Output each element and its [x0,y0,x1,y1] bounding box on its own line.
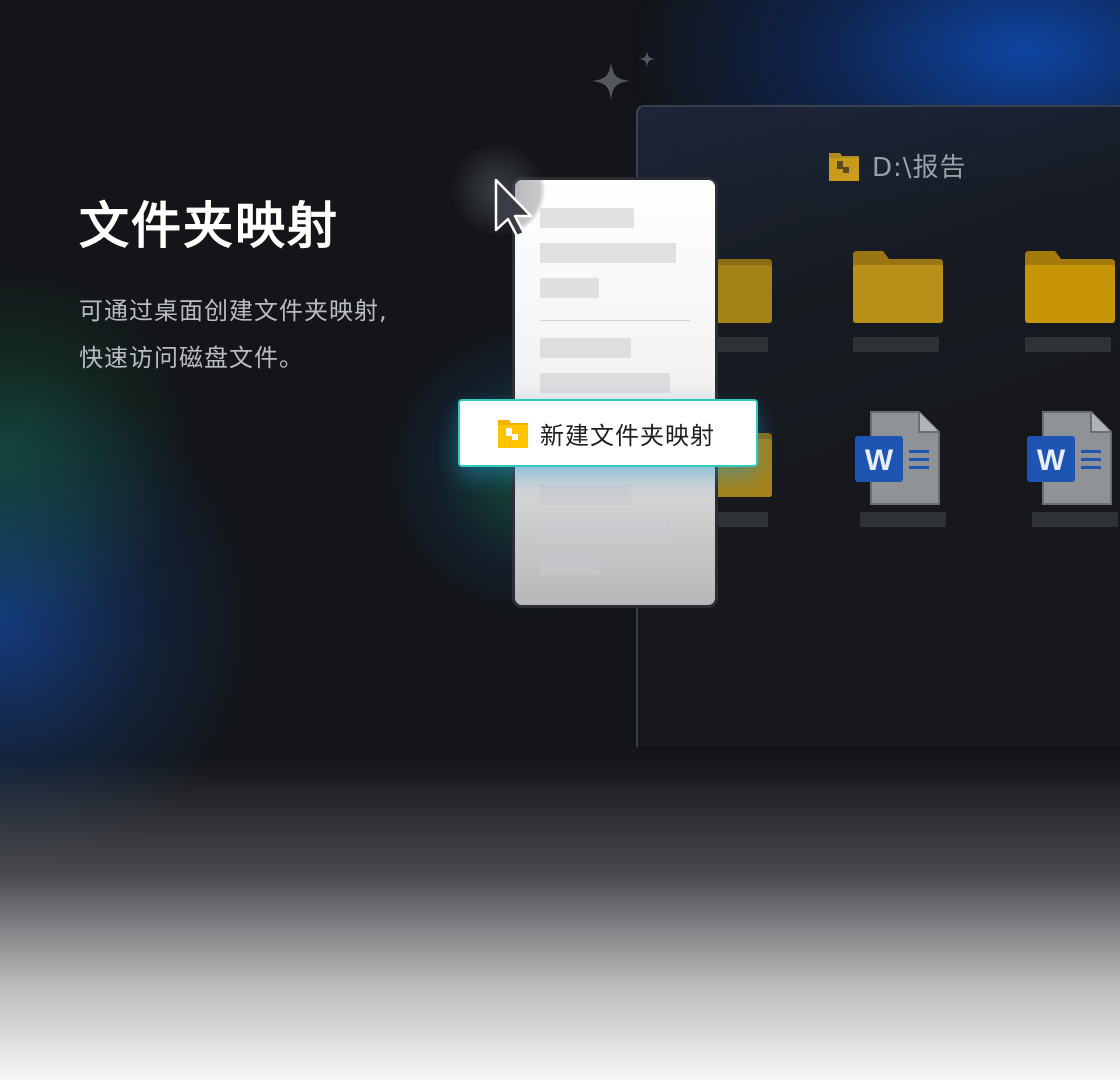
window-path-bar: D:\报告 [828,147,967,184]
bottom-fade [0,760,1120,1080]
feature-description: 可通过桌面创建文件夹映射, 快速访问磁盘文件。 [79,288,388,382]
menu-item-placeholder[interactable] [540,208,634,228]
feature-title: 文件夹映射 [79,197,339,255]
mapped-folder-icon [498,418,528,448]
file-name-placeholder [1025,337,1111,352]
sparkle-icon [592,62,630,100]
file-name-placeholder [860,512,946,527]
menu-item-placeholder[interactable] [540,338,631,358]
menu-item-placeholder[interactable] [540,485,631,505]
menu-item-placeholder[interactable] [540,373,670,393]
context-menu [512,177,718,608]
menu-item-placeholder[interactable] [540,243,676,263]
menu-separator [540,320,690,321]
feature-slide: 文件夹映射 可通过桌面创建文件夹映射, 快速访问磁盘文件。 D:\报告 W W … [0,0,1120,1080]
menu-item-label: 新建文件夹映射 [540,421,715,450]
menu-item-placeholder[interactable] [540,555,599,575]
svg-text:W: W [1037,444,1066,477]
mouse-pointer-icon [494,178,533,238]
file-name-placeholder [853,337,939,352]
menu-item-placeholder[interactable] [540,278,599,298]
description-line-1: 可通过桌面创建文件夹映射, [79,297,388,325]
mapped-folder-icon [829,152,859,181]
menu-item-placeholder[interactable] [540,520,670,540]
file-name-placeholder [1032,512,1118,527]
word-document-icon[interactable]: W [1025,410,1115,506]
svg-text:W: W [865,444,894,477]
small-sparkle-icon [639,51,655,67]
folder-icon[interactable] [853,251,943,323]
description-line-2: 快速访问磁盘文件。 [79,344,304,372]
folder-icon[interactable] [1025,251,1115,323]
new-folder-mapping-menu-item[interactable]: 新建文件夹映射 [458,399,758,467]
word-document-icon[interactable]: W [853,410,943,506]
window-path-text: D:\报告 [872,153,967,183]
